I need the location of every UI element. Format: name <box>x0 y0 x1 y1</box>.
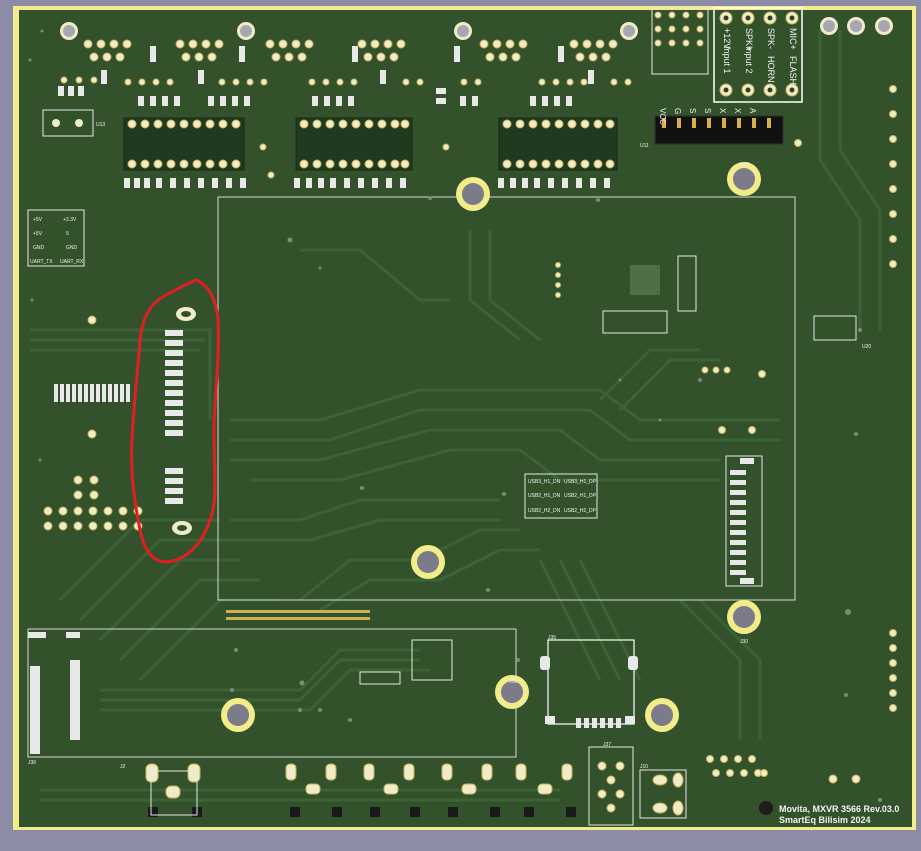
audio-label-spk-minus: SPK- <box>766 28 776 49</box>
audio-label-input1: Input 1 <box>722 46 732 74</box>
pcb-render-viewport[interactable]: MIC+ SPK- SPK+ +12V FLASH HORN Input 2 I… <box>0 0 921 847</box>
board-title-line1: Movita, MXVR 3566 Rev.03.0 <box>779 804 899 814</box>
uart-row2-right: 5 <box>66 231 69 237</box>
power-connector-pad-1 <box>52 119 60 127</box>
uart-row3-left: GND <box>33 245 45 251</box>
pin-label-vcc: VCC <box>658 108 667 125</box>
ref-u20: U20 <box>862 344 871 350</box>
usb-pair-2-left: USB2_H1_DN <box>528 493 561 499</box>
ref-j30: J30 <box>740 639 748 645</box>
uart-row4-right: UART_RX <box>60 259 84 265</box>
ref-j2: J2 <box>120 764 126 770</box>
pin-label-x2: X <box>733 108 742 114</box>
pin-label-a: A <box>748 108 757 114</box>
board-title-line2: SmartEq Bilisim 2024 <box>779 815 871 825</box>
ref-j31: J31 <box>509 679 517 685</box>
pin-header-body <box>654 115 784 145</box>
ref-j37: J37 <box>603 742 611 748</box>
pcb-board-view[interactable]: MIC+ SPK- SPK+ +12V FLASH HORN Input 2 I… <box>0 0 921 847</box>
audio-label-input2: Input 2 <box>744 46 754 74</box>
usb-pair-3-right: USB2_H2_DP <box>564 508 597 514</box>
ref-j36: J36 <box>28 760 36 766</box>
ref-j10: J10 <box>640 764 648 770</box>
ref-j35: J35 <box>548 635 556 641</box>
usb-pair-3-left: USB2_H2_DN <box>528 508 561 514</box>
ref-u15: U15 <box>740 162 749 168</box>
pin-label-s1: S <box>688 108 697 113</box>
bga-area <box>630 265 660 295</box>
usb-pair-1-left: USB3_H1_DN <box>528 479 561 485</box>
uart-row1-left: +5V <box>33 217 43 223</box>
uart-row3-right: GND <box>66 245 78 251</box>
ref-u13: U13 <box>96 122 105 128</box>
audio-label-flash: FLASH <box>788 56 798 85</box>
audio-label-mic-plus: MIC+ <box>788 28 798 50</box>
uart-row2-left: +5V <box>33 231 43 237</box>
pin-label-g: G <box>673 108 682 114</box>
pin-label-x1: X <box>718 108 727 114</box>
power-connector-pad-2 <box>75 119 83 127</box>
uart-row4-left: UART_TX <box>30 259 53 265</box>
usb-pair-2-right: USB2_H1_DP <box>564 493 597 499</box>
pin-header-ref: U11 <box>640 143 649 149</box>
audio-label-horn: HORN <box>766 56 776 83</box>
pin-label-s2: S <box>703 108 712 113</box>
usb-pair-1-right: USB3_H1_DP <box>564 479 597 485</box>
uart-row1-right: +3.3V <box>63 217 77 223</box>
bottom-right-dark-pad <box>759 801 773 815</box>
